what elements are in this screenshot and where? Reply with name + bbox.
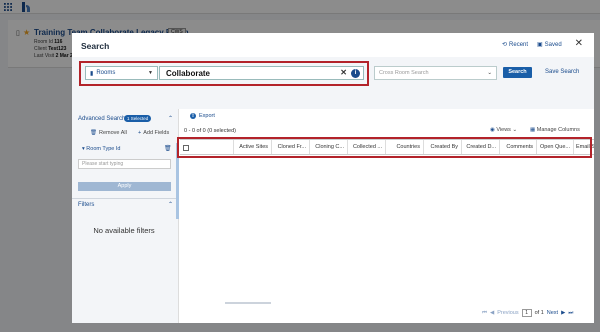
export-icon: ⇧ <box>190 113 196 119</box>
previous-icon[interactable]: ◀ <box>490 310 494 316</box>
next-icon[interactable]: ▶ <box>561 310 565 316</box>
last-page-icon[interactable]: ⏭ <box>568 310 573 317</box>
save-icon: ▣ <box>537 42 543 48</box>
manage-columns-button[interactable]: ▦ Manage Columns <box>530 127 580 133</box>
divider <box>72 198 176 199</box>
caret-down-icon: ▾ <box>82 146 85 152</box>
search-highlight-box <box>79 61 369 86</box>
trash-icon[interactable]: 🗑 <box>164 145 172 152</box>
empty-filters-text: No available filters <box>93 226 155 235</box>
horizontal-scrollbar[interactable] <box>225 302 271 304</box>
columns-icon: ▦ <box>530 127 536 133</box>
advanced-search-panel: Advanced Search 1 Selected ⌃ 🗑 Remove Al… <box>72 109 179 323</box>
trash-icon: 🗑 <box>90 130 97 136</box>
views-dropdown[interactable]: ◉ Views ⌄ <box>490 127 517 133</box>
selection-count: 0 - 0 of 0 (0 selected) <box>184 128 236 134</box>
eye-icon: ◉ <box>490 127 495 133</box>
search-button[interactable]: Search <box>503 67 532 78</box>
plus-icon: + <box>138 130 142 136</box>
table-header-highlight-box <box>177 137 592 158</box>
export-button[interactable]: ⇧ Export <box>190 113 215 119</box>
remove-all-button[interactable]: 🗑 Remove All <box>90 130 127 136</box>
apply-button[interactable]: Apply <box>78 182 171 191</box>
history-icon: ⟲ <box>502 42 508 48</box>
cross-room-search-input[interactable]: Cross Room Search ⌄ <box>374 66 497 80</box>
pagination: ⏮ ◀ Previous 1 of 1 Next ▶ ⏭ <box>482 309 573 317</box>
recent-link[interactable]: ⟲ Recent <box>502 41 528 49</box>
advanced-search-title[interactable]: Advanced Search <box>78 116 125 122</box>
add-fields-button[interactable]: + Add Fields <box>138 130 169 136</box>
chevron-up-icon[interactable]: ⌃ <box>168 115 173 122</box>
room-type-field-toggle[interactable]: ▾ Room Type Id <box>82 146 120 152</box>
selected-count-badge: 1 Selected <box>124 115 152 122</box>
modal-title: Search <box>81 41 110 51</box>
first-page-icon[interactable]: ⏮ <box>482 310 487 317</box>
filters-title[interactable]: Filters <box>78 202 94 208</box>
room-type-input[interactable]: Please start typing <box>78 159 171 169</box>
next-button[interactable]: Next <box>547 310 558 316</box>
save-search-link[interactable]: Save Search <box>545 69 579 75</box>
page-input[interactable]: 1 <box>521 309 532 317</box>
search-modal: Search ⟲ Recent ▣ Saved ✕ ▮ Rooms ▼ Coll… <box>72 33 594 323</box>
chevron-down-icon: ⌄ <box>512 127 518 133</box>
chevron-up-icon[interactable]: ⌃ <box>168 201 173 208</box>
chevron-down-icon: ⌄ <box>487 70 492 76</box>
close-icon[interactable]: ✕ <box>575 38 583 49</box>
previous-button[interactable]: Previous <box>497 310 518 316</box>
page-total: of 1 <box>534 310 544 316</box>
saved-link[interactable]: ▣ Saved <box>537 41 562 49</box>
